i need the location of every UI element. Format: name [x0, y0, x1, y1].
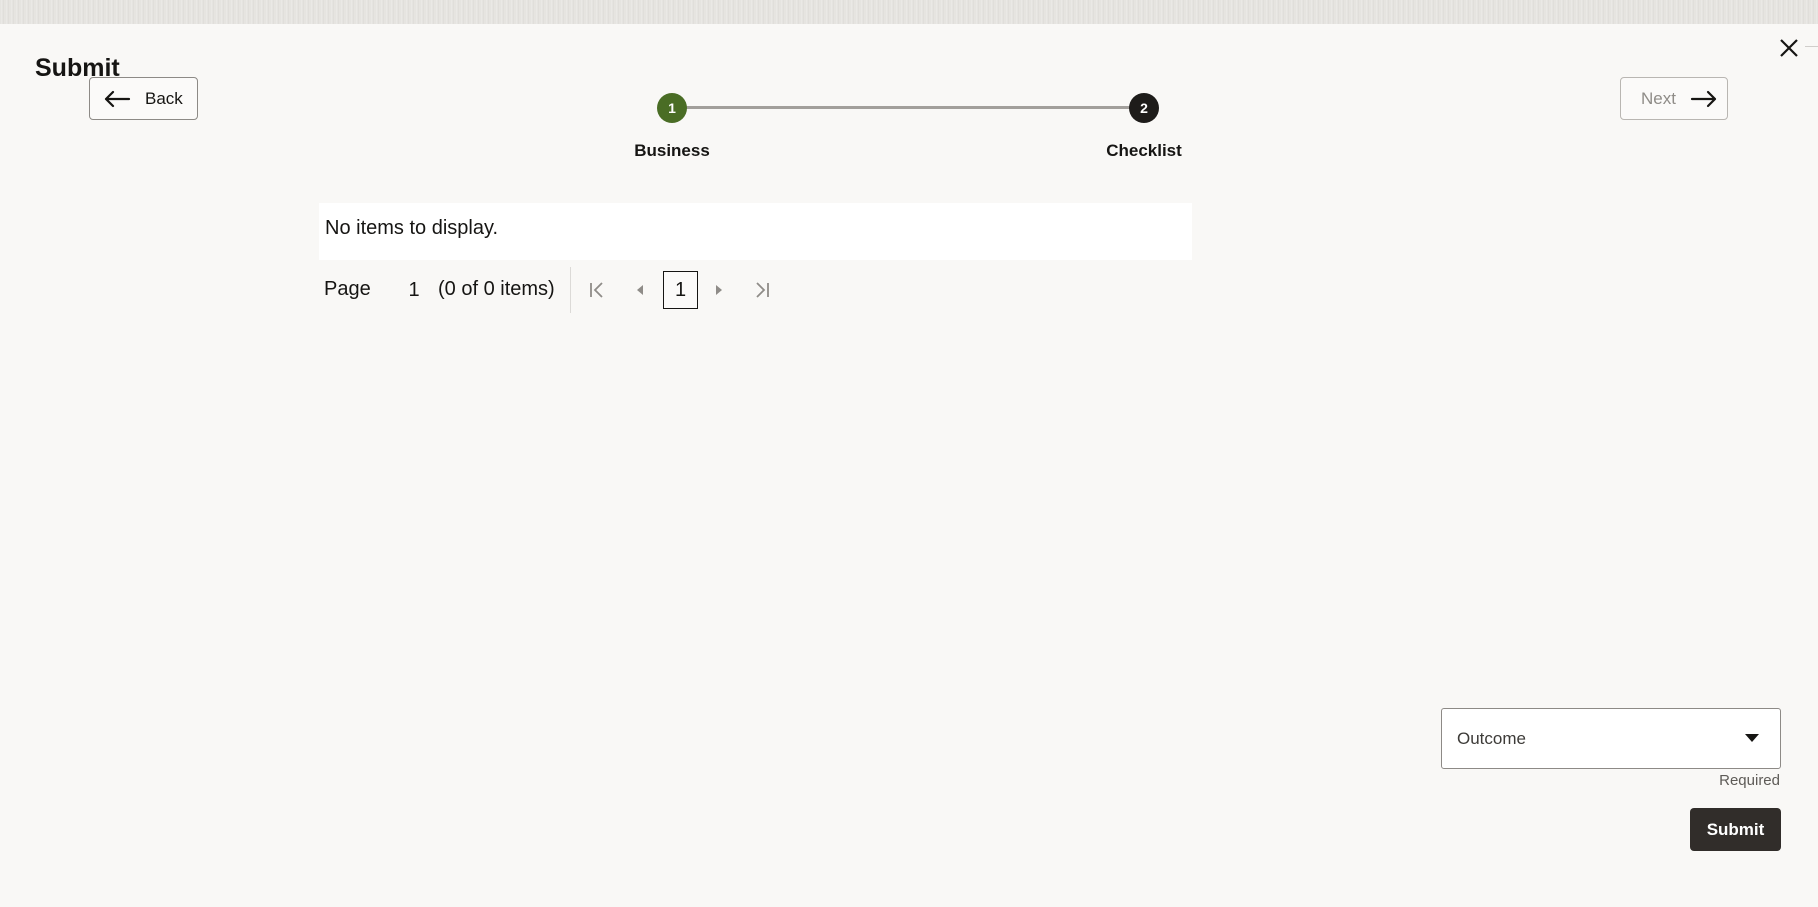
current-page-value[interactable]: 1: [404, 279, 424, 302]
submit-dialog: Submit: [0, 24, 1818, 907]
close-button[interactable]: [1773, 32, 1805, 64]
next-page-button[interactable]: [705, 276, 733, 304]
last-page-button[interactable]: [748, 276, 776, 304]
page-number-button[interactable]: 1: [663, 271, 698, 309]
next-page-icon: [716, 285, 722, 295]
back-button-label: Back: [145, 88, 183, 108]
previous-page-icon: [637, 285, 643, 295]
next-button-label: Next: [1641, 88, 1676, 108]
last-page-icon: [756, 282, 769, 298]
next-button[interactable]: Next: [1620, 77, 1728, 120]
pagination-divider: [570, 267, 571, 313]
first-page-icon: [590, 282, 603, 298]
required-hint: Required: [1719, 772, 1780, 789]
checklist-table: No items to display.: [319, 203, 1192, 260]
step-1-indicator[interactable]: 1: [657, 93, 687, 123]
items-count: (0 of 0 items): [438, 278, 555, 300]
empty-table-message: No items to display.: [325, 217, 499, 239]
pagination-bar: Page 1 (0 of 0 items) 1: [319, 264, 919, 314]
background-texture: [0, 0, 1818, 24]
outcome-placeholder: Outcome: [1457, 729, 1526, 748]
page-label: Page: [324, 278, 371, 300]
step-1-label: Business: [634, 141, 710, 160]
stepper-connector: [686, 106, 1144, 109]
step-2-label: Checklist: [1106, 141, 1182, 160]
previous-page-button[interactable]: [626, 276, 654, 304]
edge-divider: [1805, 46, 1818, 47]
submit-button[interactable]: Submit: [1690, 808, 1781, 851]
back-button[interactable]: Back: [89, 77, 198, 120]
arrow-left-icon: [104, 90, 131, 107]
step-2-indicator[interactable]: 2: [1129, 93, 1159, 123]
outcome-select[interactable]: Outcome: [1441, 708, 1781, 769]
first-page-button[interactable]: [583, 276, 611, 304]
arrow-right-icon: [1690, 90, 1717, 107]
caret-down-icon: [1745, 734, 1759, 742]
close-icon: [1780, 39, 1798, 57]
